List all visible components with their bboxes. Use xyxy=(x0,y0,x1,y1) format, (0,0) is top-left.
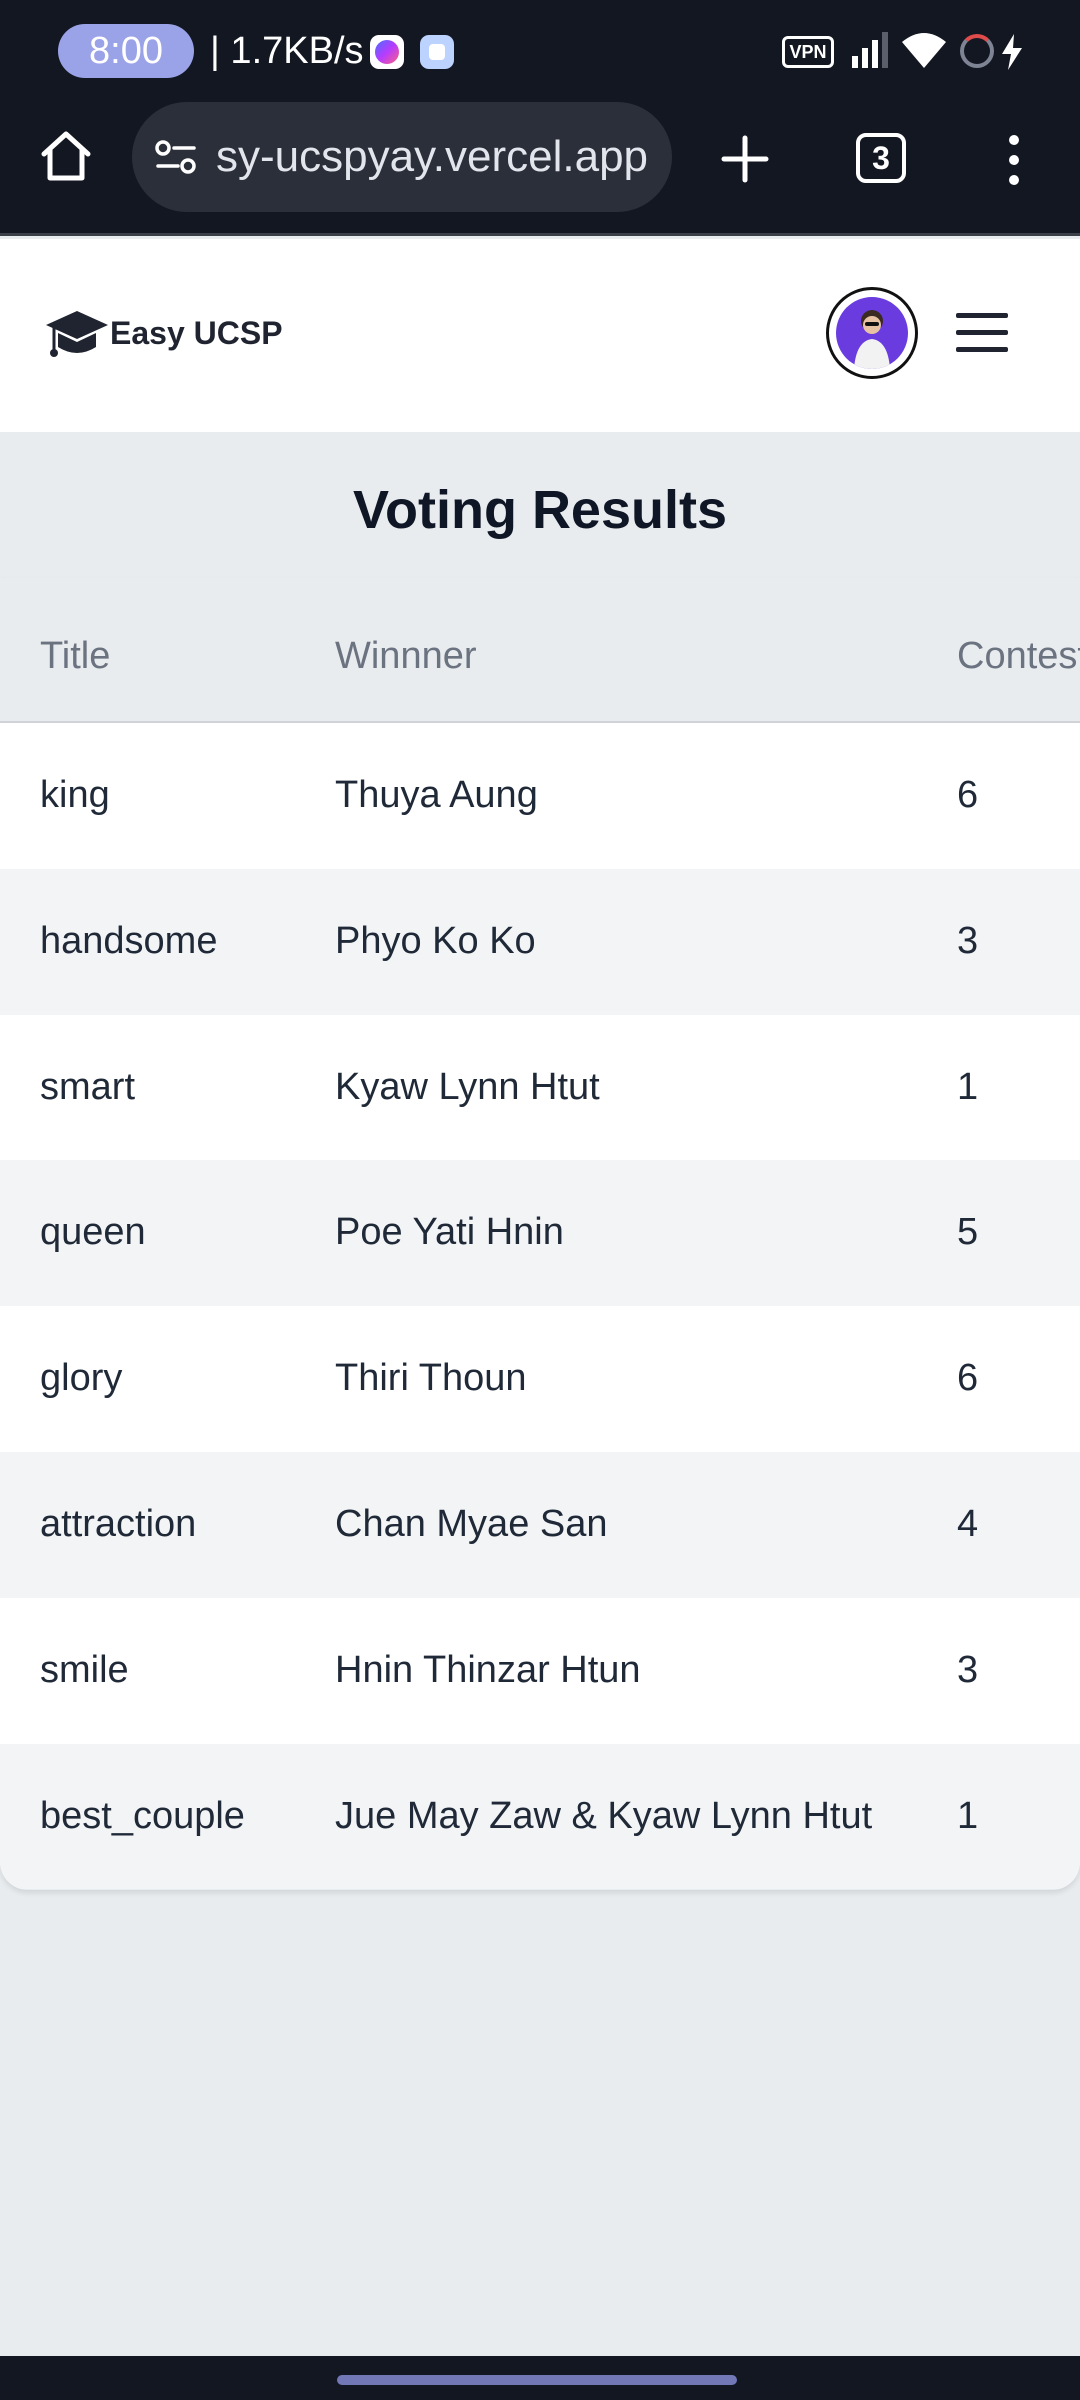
table-body: king Thuya Aung 6 handsome Phyo Ko Ko 3 … xyxy=(0,723,1080,1890)
column-header-contest: Contest xyxy=(957,635,1080,677)
results-table: Title Winnner Contest king Thuya Aung 6 … xyxy=(0,578,1080,1890)
app-header: Easy UCSP xyxy=(0,239,1080,432)
wifi-icon xyxy=(902,33,946,68)
site-settings-icon[interactable] xyxy=(154,139,198,175)
browser-toolbar: sy-ucspyay.vercel.app 3 xyxy=(0,102,1080,236)
page-title: Voting Results xyxy=(352,480,728,540)
cell-contest: 6 xyxy=(957,1357,979,1400)
table-row: best_couple Jue May Zaw & Kyaw Lynn Htut… xyxy=(0,1743,1080,1890)
table-row: glory Thiri Thoun 6 xyxy=(0,1306,1080,1452)
cell-title: glory xyxy=(40,1357,123,1400)
address-bar[interactable]: sy-ucspyay.vercel.app xyxy=(132,102,672,212)
cell-winner: Kyaw Lynn Htut xyxy=(335,1065,600,1108)
network-speed: | 1.7KB/s xyxy=(210,30,364,72)
cell-title: queen xyxy=(40,1211,146,1254)
cell-contest: 3 xyxy=(957,919,979,962)
cell-title: handsome xyxy=(40,919,218,962)
cell-winner: Hnin Thinzar Htun xyxy=(335,1648,641,1691)
signal-icon xyxy=(852,32,888,68)
cell-winner: Jue May Zaw & Kyaw Lynn Htut xyxy=(335,1794,873,1837)
table-header: Title Winnner Contest xyxy=(0,578,1080,723)
cell-title: smart xyxy=(40,1065,135,1108)
charging-icon xyxy=(1002,34,1022,70)
cell-winner: Thuya Aung xyxy=(335,774,538,816)
home-icon[interactable] xyxy=(36,126,96,186)
cell-title: attraction xyxy=(40,1502,197,1545)
gesture-handle[interactable] xyxy=(337,2375,737,2385)
table-row: smart Kyaw Lynn Htut 1 xyxy=(0,1014,1080,1161)
cell-winner: Chan Myae San xyxy=(335,1502,608,1545)
cell-title: king xyxy=(40,774,110,816)
status-bar: 8:00 | 1.7KB/s VPN xyxy=(0,0,1080,102)
avatar-figure xyxy=(854,310,890,369)
table-row: queen Poe Yati Hnin 5 xyxy=(0,1160,1080,1307)
hamburger-line xyxy=(956,347,1008,352)
tab-switcher-icon[interactable]: 3 xyxy=(856,133,906,183)
vpn-icon: VPN xyxy=(782,36,834,68)
status-time: 8:00 xyxy=(58,24,194,78)
table-row: king Thuya Aung 6 xyxy=(0,723,1080,869)
new-tab-icon[interactable] xyxy=(718,132,772,186)
table-row: attraction Chan Myae San 4 xyxy=(0,1451,1080,1598)
cell-contest: 1 xyxy=(957,1065,979,1108)
cell-winner: Thiri Thoun xyxy=(335,1357,527,1400)
hamburger-line xyxy=(956,313,1008,318)
column-header-title: Title xyxy=(40,635,111,677)
more-menu-icon[interactable] xyxy=(1000,130,1028,190)
cell-winner: Poe Yati Hnin xyxy=(335,1211,564,1254)
table-row: handsome Phyo Ko Ko 3 xyxy=(0,868,1080,1015)
cell-winner: Phyo Ko Ko xyxy=(335,919,536,962)
messenger-icon xyxy=(370,35,404,69)
cell-contest: 5 xyxy=(957,1211,979,1254)
cell-title: best_couple xyxy=(40,1794,245,1837)
cell-title: smile xyxy=(40,1648,129,1691)
column-header-winner: Winnner xyxy=(335,635,477,677)
system-nav-bar xyxy=(0,2356,1080,2400)
graduation-cap-icon[interactable] xyxy=(44,303,110,365)
avatar[interactable] xyxy=(826,287,918,379)
hamburger-line xyxy=(956,330,1008,335)
app-notification-icon xyxy=(420,35,454,69)
logo-text[interactable]: Easy UCSP xyxy=(110,311,283,355)
url-text[interactable]: sy-ucspyay.vercel.app xyxy=(216,102,648,212)
battery-icon xyxy=(960,34,994,68)
cell-contest: 4 xyxy=(957,1502,979,1545)
cell-contest: 6 xyxy=(957,774,979,816)
hamburger-menu-icon[interactable] xyxy=(956,313,1008,353)
cell-contest: 3 xyxy=(957,1648,979,1691)
table-row: smile Hnin Thinzar Htun 3 xyxy=(0,1597,1080,1744)
cell-contest: 1 xyxy=(957,1794,979,1837)
avatar-photo xyxy=(836,297,908,369)
